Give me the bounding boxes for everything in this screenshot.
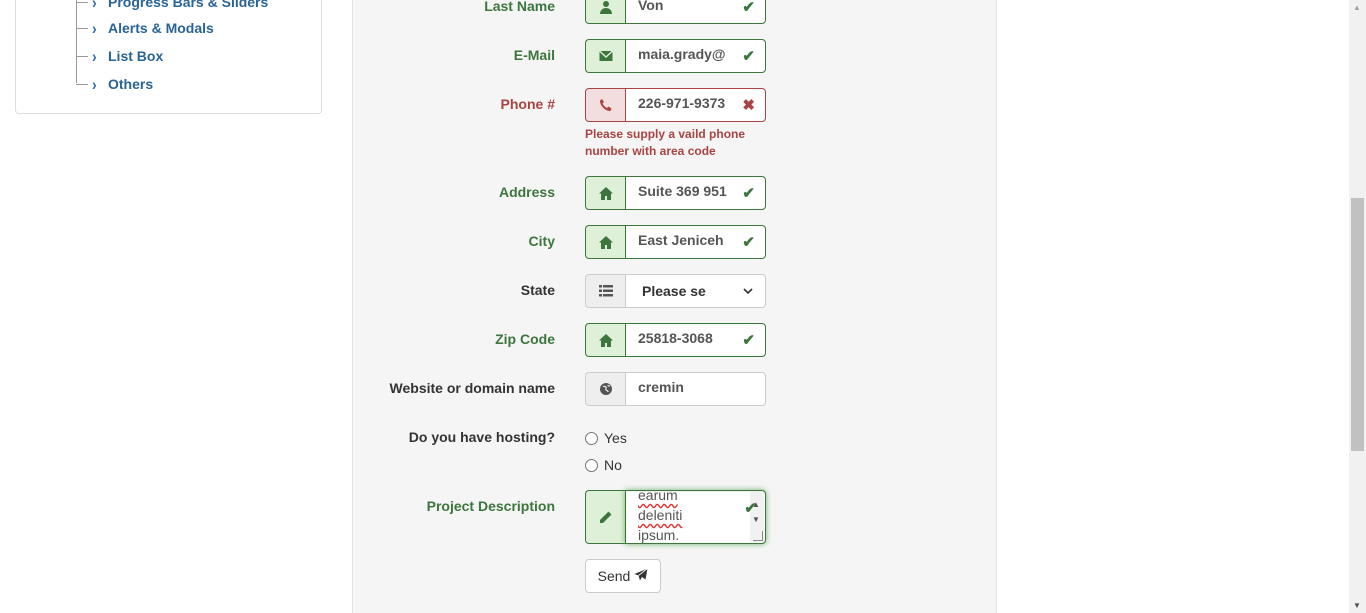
chevron-right-icon: ›: [92, 46, 97, 66]
hosting-yes-label: Yes: [604, 430, 627, 446]
scroll-down-icon[interactable]: ▼: [1353, 601, 1361, 610]
resize-handle[interactable]: [753, 531, 763, 541]
pencil-icon: [585, 490, 625, 544]
address-input[interactable]: Suite 369 951 ✔: [625, 176, 766, 210]
email-input[interactable]: maia.grady@ ✔: [625, 39, 766, 73]
email-label: E-Mail: [513, 47, 555, 63]
hosting-no-radio[interactable]: [585, 458, 598, 472]
website-input-group: cremin: [585, 372, 766, 406]
sidebar-menu: › Progress Bars & Sliders › Alerts & Mod…: [15, 0, 322, 114]
hosting-yes-option[interactable]: Yes: [585, 430, 627, 446]
phone-label: Phone #: [500, 96, 555, 112]
sidebar-item-label[interactable]: Progress Bars & Sliders: [108, 0, 268, 10]
hosting-no-label: No: [604, 457, 622, 473]
state-input-group: Please se: [585, 274, 766, 308]
hosting-label: Do you have hosting?: [408, 429, 555, 445]
city-label: City: [528, 233, 555, 249]
last-name-label: Last Name: [484, 0, 555, 14]
zip-input[interactable]: 25818-3068 ✔: [625, 323, 766, 357]
send-icon: [634, 568, 649, 584]
home-icon: [585, 225, 625, 259]
zip-input-group: 25818-3068 ✔: [585, 323, 766, 357]
phone-input-group: 226-971-9373 ✖: [585, 88, 766, 122]
sidebar-item-others[interactable]: › Others: [76, 74, 153, 94]
city-input-group: East Jeniceh ✔: [585, 225, 766, 259]
hosting-row: Do you have hosting?: [353, 421, 998, 455]
check-icon: ✔: [742, 0, 755, 16]
contact-form-panel: Last Name Von ✔ E-Mail maia.grady@ ✔ Pho…: [352, 0, 997, 613]
check-icon: ✔: [744, 500, 757, 517]
page-scrollbar[interactable]: ▲ ▼: [1349, 0, 1366, 613]
zip-row: Zip Code 25818-3068 ✔: [353, 323, 998, 357]
user-icon: [585, 0, 625, 24]
check-icon: ✔: [742, 185, 755, 202]
city-row: City East Jeniceh ✔: [353, 225, 998, 259]
error-x-icon: ✖: [742, 97, 755, 114]
hosting-yes-radio[interactable]: [585, 431, 598, 445]
scroll-up-icon[interactable]: ▲: [1353, 3, 1361, 12]
check-icon: ✔: [742, 48, 755, 65]
sidebar-item-list-box[interactable]: › List Box: [76, 46, 163, 66]
chevron-down-icon: [743, 286, 753, 297]
check-icon: ✔: [742, 332, 755, 349]
globe-icon: [585, 372, 625, 406]
last-name-row: Last Name Von ✔: [353, 0, 998, 24]
email-input-group: maia.grady@ ✔: [585, 39, 766, 73]
check-icon: ✔: [742, 234, 755, 251]
state-select[interactable]: Please se: [625, 274, 766, 308]
phone-input[interactable]: 226-971-9373 ✖: [625, 88, 766, 122]
description-input-group: earum deleniti ipsum. ▲ ▼ ✔: [585, 490, 766, 544]
home-icon: [585, 323, 625, 357]
phone-error-message: Please supply a vaild phone number with …: [585, 127, 746, 158]
last-name-input[interactable]: Von ✔: [625, 0, 766, 24]
chevron-right-icon: ›: [92, 74, 97, 94]
address-label: Address: [498, 184, 555, 200]
phone-icon: [585, 88, 625, 122]
scrollbar-thumb[interactable]: [1351, 198, 1364, 451]
phone-row: Phone # 226-971-9373 ✖: [353, 88, 998, 122]
last-name-input-group: Von ✔: [585, 0, 766, 24]
address-input-group: Suite 369 951 ✔: [585, 176, 766, 210]
envelope-icon: [585, 39, 625, 73]
hosting-no-option[interactable]: No: [585, 457, 622, 473]
email-row: E-Mail maia.grady@ ✔: [353, 39, 998, 73]
description-textarea[interactable]: earum deleniti ipsum. ▲ ▼ ✔: [625, 490, 766, 544]
state-row: State Please se: [353, 274, 998, 308]
sidebar-item-label[interactable]: Alerts & Modals: [108, 20, 214, 36]
state-label: State: [520, 282, 555, 298]
home-icon: [585, 176, 625, 210]
send-button[interactable]: Send: [585, 559, 661, 593]
website-row: Website or domain name cremin: [353, 372, 998, 406]
sidebar-item-progress-bars[interactable]: › Progress Bars & Sliders: [76, 0, 268, 12]
zip-label: Zip Code: [495, 331, 555, 347]
website-input[interactable]: cremin: [625, 372, 766, 406]
chevron-right-icon: ›: [92, 0, 97, 12]
description-label: Project Description: [426, 498, 555, 514]
website-label: Website or domain name: [389, 380, 555, 396]
address-row: Address Suite 369 951 ✔: [353, 176, 998, 210]
chevron-right-icon: ›: [92, 18, 97, 38]
sidebar-item-label[interactable]: List Box: [108, 48, 163, 64]
sidebar-item-alerts-modals[interactable]: › Alerts & Modals: [76, 18, 214, 38]
list-icon: [585, 274, 625, 308]
tree-line: [76, 0, 77, 83]
sidebar-item-label[interactable]: Others: [108, 76, 153, 92]
city-input[interactable]: East Jeniceh ✔: [625, 225, 766, 259]
